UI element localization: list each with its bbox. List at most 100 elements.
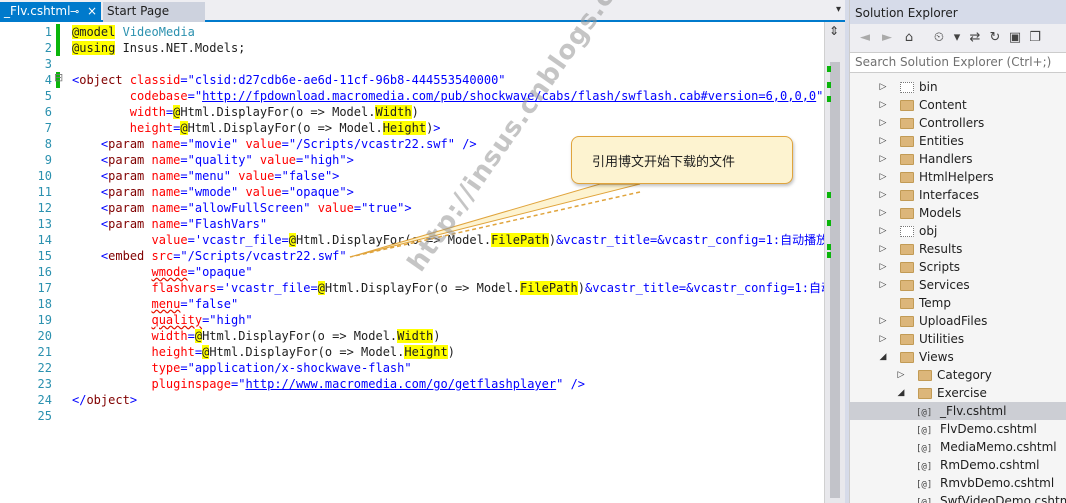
tab-dropdown-icon[interactable]: ▾	[836, 4, 841, 15]
folder-icon	[918, 388, 932, 399]
tree-node-label: obj	[919, 224, 938, 238]
tree-node-results[interactable]: ▷ Results	[850, 240, 1066, 258]
code-token: "/Scripts/vcastr22.swf"	[288, 137, 455, 151]
tree-node-utilities[interactable]: ▷ Utilities	[850, 330, 1066, 348]
tab-start-page[interactable]: Start Page	[103, 2, 205, 22]
line-number: 23	[37, 377, 52, 391]
tree-node-label: MediaMemo.cshtml	[940, 440, 1057, 454]
home-icon[interactable]: ⌂	[900, 29, 918, 47]
collapsed-arrow-icon[interactable]: ▷	[878, 114, 888, 132]
collapsed-arrow-icon[interactable]: ▷	[878, 258, 888, 276]
collapsed-arrow-icon[interactable]: ▷	[878, 222, 888, 240]
code-token: >	[346, 185, 354, 199]
history-icon[interactable]: ⏲	[930, 29, 948, 47]
collapsed-arrow-icon[interactable]: ▷	[896, 366, 906, 384]
code-token: =	[281, 185, 289, 199]
code-token: value	[259, 153, 297, 167]
code-text-area[interactable]: @model VideoMedia @using Insus.NET.Models…	[72, 22, 824, 503]
collapse-all-icon[interactable]: ▣	[1006, 29, 1024, 47]
scrollbar-thumb[interactable]	[830, 62, 840, 498]
tree-node--flv-cshtml[interactable]: [@] _Flv.cshtml	[850, 402, 1066, 420]
code-token: Width	[375, 105, 412, 119]
code-line: flashvars='vcastr_file=@Html.DisplayFor(…	[72, 280, 824, 296]
forward-icon[interactable]: ►	[878, 29, 896, 47]
scroll-marker	[827, 252, 831, 258]
tree-node-rmvbdemo-cshtml[interactable]: [@] RmvbDemo.cshtml	[850, 474, 1066, 492]
tree-node-swfvideodemo-cshtml[interactable]: [@] SwfVideoDemo.cshtml	[850, 492, 1066, 503]
tree-node-models[interactable]: ▷ Models	[850, 204, 1066, 222]
tree-node-controllers[interactable]: ▷ Controllers	[850, 114, 1066, 132]
collapsed-arrow-icon[interactable]: ▷	[878, 132, 888, 150]
collapsed-arrow-icon[interactable]: ▷	[878, 78, 888, 96]
tree-node-views[interactable]: ◢ Views	[850, 348, 1066, 366]
folder-icon	[900, 280, 914, 291]
code-token: Html.DisplayFor(o => Model.	[180, 105, 376, 119]
code-token: @	[317, 281, 325, 295]
code-line: width=@Html.DisplayFor(o => Model.Width)	[72, 328, 441, 344]
code-token: "true"	[361, 201, 405, 215]
code-token: Width	[397, 329, 434, 343]
collapsed-arrow-icon[interactable]: ▷	[878, 240, 888, 258]
folder-icon	[900, 298, 914, 309]
collapsed-arrow-icon[interactable]: ▷	[878, 276, 888, 294]
line-number: 11	[37, 185, 52, 199]
line-number: 9	[44, 153, 52, 167]
line-number: 8	[44, 137, 52, 151]
show-all-files-icon[interactable]: ❐	[1026, 29, 1044, 47]
code-token: "false"	[281, 169, 333, 183]
code-token: =	[180, 73, 188, 87]
solution-tree[interactable]: ▷ bin ▷ Content ▷ Controllers ▷ Entities ▷ Handle…	[850, 73, 1066, 503]
vertical-scrollbar[interactable]: ⇕	[824, 22, 845, 503]
tree-node-rmdemo-cshtml[interactable]: [@] RmDemo.cshtml	[850, 456, 1066, 474]
code-editor[interactable]: _Flv.cshtml ⊸ × Start Page ▾ 1 2 3 4 5 6 7 8 9 10…	[0, 0, 845, 503]
expanded-arrow-icon[interactable]: ◢	[896, 384, 906, 402]
tree-node-interfaces[interactable]: ▷ Interfaces	[850, 186, 1066, 204]
collapsed-arrow-icon[interactable]: ▷	[878, 150, 888, 168]
tab-flv-cshtml[interactable]: _Flv.cshtml ⊸ ×	[0, 2, 101, 22]
tree-node-scripts[interactable]: ▷ Scripts	[850, 258, 1066, 276]
tree-node-label: SwfVideoDemo.cshtml	[940, 494, 1066, 503]
collapsed-arrow-icon[interactable]: ▷	[878, 204, 888, 222]
code-token: "	[194, 89, 203, 103]
tree-node-obj[interactable]: ▷ obj	[850, 222, 1066, 240]
tree-node-content[interactable]: ▷ Content	[850, 96, 1066, 114]
tree-node-entities[interactable]: ▷ Entities	[850, 132, 1066, 150]
tree-node-htmlhelpers[interactable]: ▷ HtmlHelpers	[850, 168, 1066, 186]
pin-icon[interactable]: ⊸	[70, 2, 79, 21]
code-token: param	[108, 169, 145, 183]
expanded-arrow-icon[interactable]: ◢	[878, 348, 888, 366]
code-token: >	[433, 121, 441, 135]
split-window-icon[interactable]: ⇕	[829, 24, 839, 38]
refresh-icon[interactable]: ↻	[986, 29, 1004, 47]
tree-node-mediamemo-cshtml[interactable]: [@] MediaMemo.cshtml	[850, 438, 1066, 456]
tree-node-handlers[interactable]: ▷ Handlers	[850, 150, 1066, 168]
tree-node-category[interactable]: ▷ Category	[850, 366, 1066, 384]
back-icon[interactable]: ◄	[856, 29, 874, 47]
sync-icon[interactable]: ⇄	[966, 29, 984, 47]
collapsed-arrow-icon[interactable]: ▷	[878, 312, 888, 330]
collapse-icon[interactable]: ⊟	[54, 71, 63, 84]
close-icon[interactable]: ×	[87, 2, 97, 21]
tree-node-uploadfiles[interactable]: ▷ UploadFiles	[850, 312, 1066, 330]
code-token: </	[72, 393, 87, 407]
search-input[interactable]: Search Solution Explorer (Ctrl+;)	[850, 52, 1066, 73]
tree-node-flvdemo-cshtml[interactable]: [@] FlvDemo.cshtml	[850, 420, 1066, 438]
tree-node-exercise[interactable]: ◢ Exercise	[850, 384, 1066, 402]
code-token: pluginspage	[151, 377, 231, 391]
collapsed-arrow-icon[interactable]: ▷	[878, 330, 888, 348]
collapsed-arrow-icon[interactable]: ▷	[878, 168, 888, 186]
tree-node-bin[interactable]: ▷ bin	[850, 78, 1066, 96]
dropdown-icon[interactable]: ▾	[948, 29, 966, 47]
line-number: 20	[37, 329, 52, 343]
collapsed-arrow-icon[interactable]: ▷	[878, 96, 888, 114]
code-token: param	[108, 185, 145, 199]
collapsed-arrow-icon[interactable]: ▷	[878, 186, 888, 204]
tree-node-services[interactable]: ▷ Services	[850, 276, 1066, 294]
code-line: quality="high"	[72, 312, 252, 328]
code-token: =	[180, 137, 188, 151]
tree-node-temp[interactable]: Temp	[850, 294, 1066, 312]
